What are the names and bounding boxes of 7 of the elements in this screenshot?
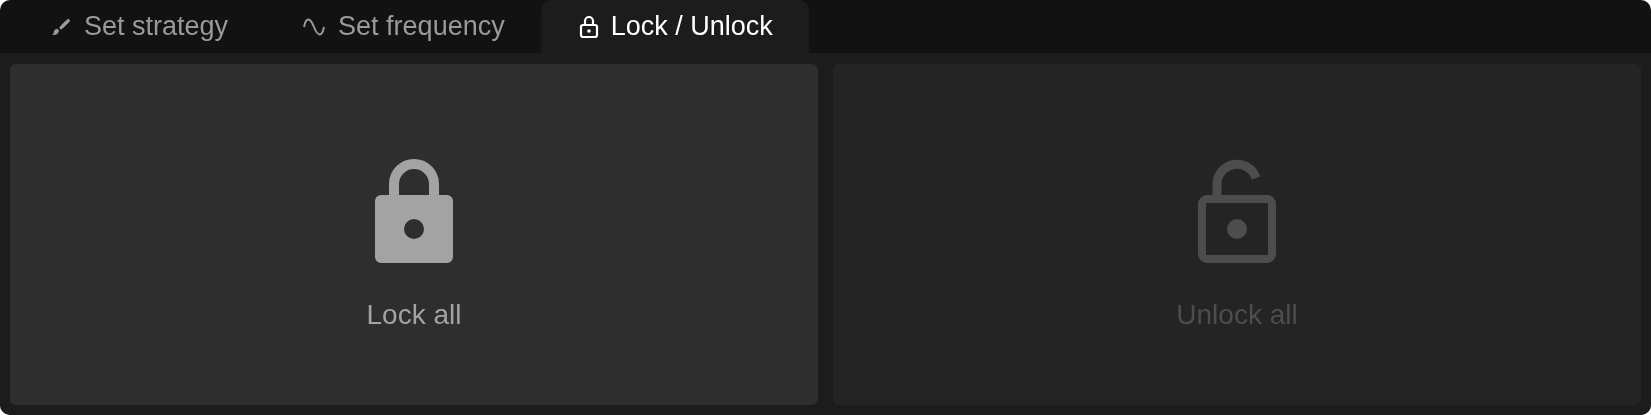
lock-icon bbox=[373, 158, 455, 265]
lock-all-button[interactable]: Lock all bbox=[10, 64, 818, 405]
tab[interactable]: Set frequency bbox=[264, 0, 541, 53]
unlock-icon bbox=[1196, 158, 1278, 265]
tab[interactable]: Set strategy bbox=[12, 0, 265, 53]
lock-icon bbox=[578, 14, 599, 39]
tab[interactable]: Lock / Unlock bbox=[540, 0, 809, 53]
